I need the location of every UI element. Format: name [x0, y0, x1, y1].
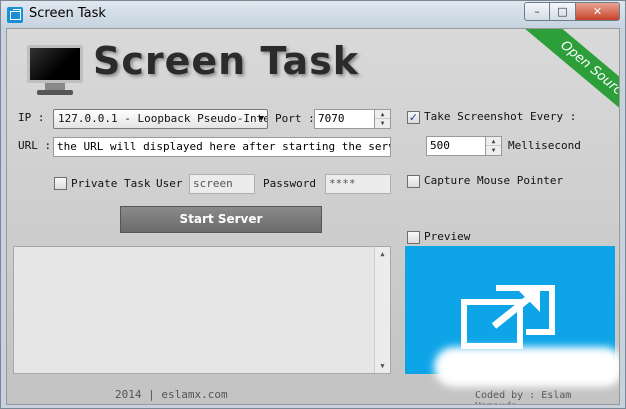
url-label: URL : [18, 139, 52, 152]
private-task-label: Private Task [71, 177, 151, 190]
port-label: Port : [275, 112, 315, 125]
capture-mouse-label: Capture Mouse Pointer [424, 174, 564, 187]
screen-share-icon [7, 7, 23, 23]
minimize-button[interactable]: – [524, 2, 550, 21]
scroll-down-icon[interactable]: ▼ [375, 359, 390, 373]
private-task-checkbox[interactable] [54, 177, 67, 190]
user-input[interactable]: screen [189, 174, 255, 194]
password-input[interactable]: **** [325, 174, 391, 194]
scroll-up-icon[interactable]: ▲ [375, 247, 390, 261]
footer-copyright: 2014 | eslamx.com [115, 388, 228, 401]
monitor-icon [27, 45, 83, 97]
log-scrollbar[interactable]: ▲ ▼ [374, 247, 390, 373]
port-input[interactable]: 7070 [314, 109, 375, 129]
main-panel: Screen Task Open Source IP : 127.0.0.1 -… [6, 28, 620, 405]
preview-checkbox[interactable] [407, 231, 420, 244]
screenshot-label: Take Screenshot Every : [424, 110, 577, 123]
password-label: Password : [263, 177, 330, 190]
window-controls: – □ ✕ [524, 2, 620, 21]
window-title: Screen Task [29, 6, 106, 21]
maximize-button[interactable]: □ [550, 2, 576, 21]
ip-label: IP : [18, 111, 45, 124]
capture-mouse-checkbox[interactable] [407, 175, 420, 188]
chevron-down-icon[interactable]: ▼ [259, 110, 264, 128]
stepper-up-icon[interactable]: ▲ [486, 137, 501, 146]
stepper-down-icon[interactable]: ▼ [375, 119, 390, 128]
log-textarea[interactable]: ▲ ▼ [13, 246, 391, 374]
stepper-down-icon[interactable]: ▼ [486, 146, 501, 155]
start-server-button[interactable]: Start Server [120, 206, 322, 233]
preview-label: Preview [424, 230, 471, 243]
stepper-up-icon[interactable]: ▲ [375, 110, 390, 119]
ip-select[interactable]: 127.0.0.1 - Loopback Pseudo-Inte ▼ [53, 109, 268, 129]
ip-select-value: 127.0.0.1 - Loopback Pseudo-Inte [58, 112, 268, 125]
url-field[interactable]: the URL will displayed here after starti… [53, 137, 391, 157]
app-logo-text: Screen Task [93, 39, 360, 83]
screenshot-checkbox[interactable]: ✓ [407, 111, 420, 124]
interval-input[interactable]: 500 [426, 136, 486, 156]
app-window: Screen Task – □ ✕ Screen Task Open Sourc… [0, 0, 626, 409]
close-button[interactable]: ✕ [576, 2, 620, 21]
interval-unit-label: Mellisecond [508, 139, 581, 152]
title-bar[interactable]: Screen Task – □ ✕ [1, 1, 625, 28]
footer-credit: Coded by : Eslam Hamouda [475, 390, 572, 404]
screen-share-icon [461, 285, 555, 349]
port-stepper[interactable]: ▲ ▼ [375, 109, 391, 129]
blurred-overlay [434, 347, 619, 387]
interval-stepper[interactable]: ▲ ▼ [486, 136, 502, 156]
